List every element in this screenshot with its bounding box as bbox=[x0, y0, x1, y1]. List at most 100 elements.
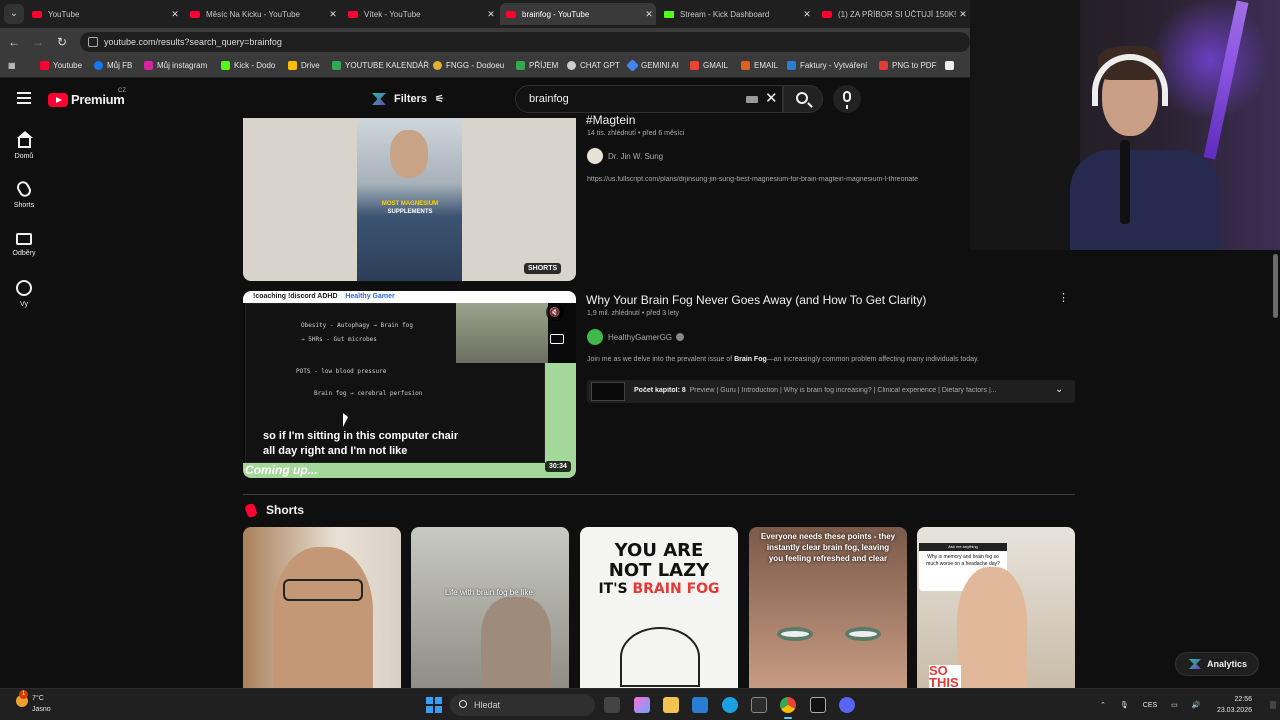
close-tab-icon[interactable]: ✕ bbox=[800, 9, 814, 20]
short-thumbnail-eye bbox=[777, 627, 813, 641]
bookmark-yt-calendar[interactable]: YOUTUBE KALENDÁŘ bbox=[332, 61, 429, 70]
browser-tab[interactable]: Měsíc Na Kicku - YouTube ✕ bbox=[184, 3, 340, 25]
taskbar-clock[interactable]: 22:56 23.03.2026 bbox=[1212, 694, 1252, 716]
terminal-icon[interactable] bbox=[751, 697, 767, 713]
bookmark-youtube[interactable]: Youtube bbox=[40, 61, 82, 70]
microphone-arm bbox=[1120, 140, 1130, 224]
task-view-icon[interactable] bbox=[604, 697, 620, 713]
chevron-down-icon[interactable]: ⌄ bbox=[1055, 384, 1063, 395]
kick-icon bbox=[221, 61, 230, 70]
network-icon[interactable]: ▭ bbox=[1171, 701, 1178, 709]
rail-item-home[interactable]: Domů bbox=[0, 131, 48, 160]
streamer-webcam-overlay bbox=[970, 0, 1280, 250]
video-title[interactable]: Why Your Brain Fog Never Goes Away (and … bbox=[586, 293, 926, 307]
weather-widget[interactable]: 7°CJasno bbox=[16, 690, 51, 715]
chatgpt-icon bbox=[567, 61, 576, 70]
short-card[interactable]: YOU ARE NOT LAZY IT'S BRAIN FOG bbox=[580, 527, 738, 689]
browser-tab[interactable]: YouTube ✕ bbox=[26, 3, 182, 25]
channel-avatar bbox=[587, 148, 603, 164]
bookmark-instagram[interactable]: Můj instagram bbox=[144, 61, 207, 70]
reload-icon[interactable]: ↻ bbox=[54, 34, 70, 50]
keyboard-icon[interactable] bbox=[746, 96, 758, 103]
notification-icon[interactable] bbox=[1270, 701, 1276, 709]
bookmark-gmail[interactable]: GMAIL bbox=[690, 61, 728, 70]
you-icon bbox=[16, 280, 32, 296]
microphone-icon[interactable]: 🎙 bbox=[1120, 701, 1129, 709]
webcam-person-body bbox=[1070, 150, 1220, 250]
file-explorer-icon[interactable] bbox=[663, 697, 679, 713]
analytics-button[interactable]: Analytics bbox=[1175, 652, 1259, 676]
browser-tab[interactable]: Stream - Kick Dashboard ✕ bbox=[658, 3, 814, 25]
short-card[interactable]: Ask me anything Why is memory and brain … bbox=[917, 527, 1075, 689]
address-bar[interactable]: youtube.com/results?search_query=brainfo… bbox=[80, 32, 970, 52]
edge-icon[interactable] bbox=[722, 697, 738, 713]
bookmark-email[interactable]: EMAIL bbox=[741, 61, 778, 70]
home-icon bbox=[16, 131, 33, 148]
rail-item-subscriptions[interactable]: Odběry bbox=[0, 231, 48, 257]
windows-taskbar: 7°CJasno Hledat ⌃ 🎙 CES ▭ 🔊 22:5623.03.2… bbox=[0, 688, 1280, 720]
apps-grid-icon[interactable]: ▦ bbox=[8, 61, 16, 70]
close-tab-icon[interactable]: ✕ bbox=[326, 9, 340, 20]
channel-link[interactable]: HealthyGamerGG bbox=[587, 329, 685, 345]
short-card[interactable]: Everyone needs these points - they insta… bbox=[749, 527, 907, 689]
analytics-logo-icon bbox=[1189, 659, 1201, 669]
rail-item-shorts[interactable]: Shorts bbox=[0, 179, 48, 209]
bookmark-prijem[interactable]: PŘÍJEM bbox=[516, 61, 558, 70]
video-title[interactable]: #Magtein bbox=[586, 113, 635, 127]
discord-icon[interactable] bbox=[839, 697, 855, 713]
bookmark-fb[interactable]: Můj FB bbox=[94, 61, 132, 70]
browser-tab[interactable]: Vítek - YouTube ✕ bbox=[342, 3, 498, 25]
bookmark-drive[interactable]: Drive bbox=[288, 61, 320, 70]
video-thumbnail[interactable]: MOST MAGNESIUM SUPPLEMENTS SHORTS bbox=[243, 118, 576, 281]
back-arrow-icon[interactable]: ← bbox=[6, 34, 22, 50]
bookmark-fngg[interactable]: FNGG - Dodoeu bbox=[433, 61, 504, 70]
scrollbar-thumb[interactable] bbox=[1273, 254, 1278, 318]
volume-icon[interactable]: 🔊 bbox=[1192, 701, 1201, 709]
close-tab-icon[interactable]: ✕ bbox=[642, 9, 656, 20]
short-card[interactable]: Life with brain fog be like. bbox=[411, 527, 569, 689]
menu-icon[interactable] bbox=[17, 92, 31, 104]
search-input[interactable]: brainfog ✕ bbox=[515, 85, 783, 113]
tab-search-menu-button[interactable]: ⌄ bbox=[4, 4, 24, 24]
chrome-icon[interactable] bbox=[780, 697, 796, 719]
captions-icon[interactable] bbox=[550, 334, 564, 344]
close-tab-icon[interactable]: ✕ bbox=[168, 9, 182, 20]
chapters-bar[interactable]: Počet kapitol: 8 Preview | Guru | Introd… bbox=[587, 380, 1075, 403]
voice-search-button[interactable] bbox=[833, 85, 861, 113]
browser-tab[interactable]: (1) ZA PŘÍBOR SI ÚČTUJÍ 150K! ✕ bbox=[816, 3, 970, 25]
copilot-icon[interactable] bbox=[634, 697, 650, 713]
outlook-icon[interactable] bbox=[692, 697, 708, 713]
channel-link[interactable]: Dr. Jin W. Sung bbox=[587, 148, 663, 164]
bookmark-chatgpt[interactable]: CHAT GPT bbox=[567, 61, 620, 70]
bookmark-faktury[interactable]: Faktury - Vytváření bbox=[787, 61, 867, 70]
browser-tab-active[interactable]: brainfog - YouTube ✕ bbox=[500, 3, 656, 25]
video-thumbnail[interactable]: !coaching !discord ADHD Healthy Gamer Ob… bbox=[243, 291, 576, 478]
more-actions-icon[interactable]: ⋮ bbox=[1058, 291, 1069, 305]
bookmark-gemini[interactable]: GEMINI AI bbox=[626, 59, 679, 72]
taskbar-search-input[interactable]: Hledat bbox=[450, 694, 595, 716]
close-tab-icon[interactable]: ✕ bbox=[956, 9, 970, 20]
facebook-icon bbox=[94, 61, 103, 70]
youtube-favicon-icon bbox=[190, 10, 200, 18]
bookmark-more[interactable] bbox=[945, 61, 958, 70]
search-button[interactable] bbox=[783, 85, 823, 113]
forward-arrow-icon[interactable]: → bbox=[30, 34, 46, 50]
site-info-icon[interactable] bbox=[88, 37, 98, 47]
rail-item-you[interactable]: Vy bbox=[0, 280, 48, 308]
clear-search-icon[interactable]: ✕ bbox=[765, 86, 778, 112]
gemini-icon bbox=[626, 59, 639, 72]
short-card[interactable] bbox=[243, 527, 401, 689]
mute-icon[interactable]: 🔇 bbox=[546, 303, 564, 321]
filters-button[interactable]: Filters ⚟ bbox=[358, 86, 458, 112]
epic-games-icon[interactable] bbox=[810, 697, 826, 713]
thumbnail-webcam-inset bbox=[456, 303, 548, 363]
language-indicator[interactable]: CES bbox=[1143, 702, 1157, 709]
system-tray: ⌃ 🎙 CES ▭ 🔊 bbox=[1100, 693, 1201, 717]
chevron-up-icon[interactable]: ⌃ bbox=[1100, 701, 1106, 709]
windows-start-icon[interactable] bbox=[426, 697, 442, 713]
close-tab-icon[interactable]: ✕ bbox=[484, 9, 498, 20]
bookmark-png-to-pdf[interactable]: PNG to PDF bbox=[879, 61, 936, 70]
youtube-premium-logo[interactable]: Premium CZ bbox=[48, 88, 126, 107]
shorts-icon bbox=[244, 502, 258, 518]
bookmark-kick[interactable]: Kick - Dodo bbox=[221, 61, 275, 70]
